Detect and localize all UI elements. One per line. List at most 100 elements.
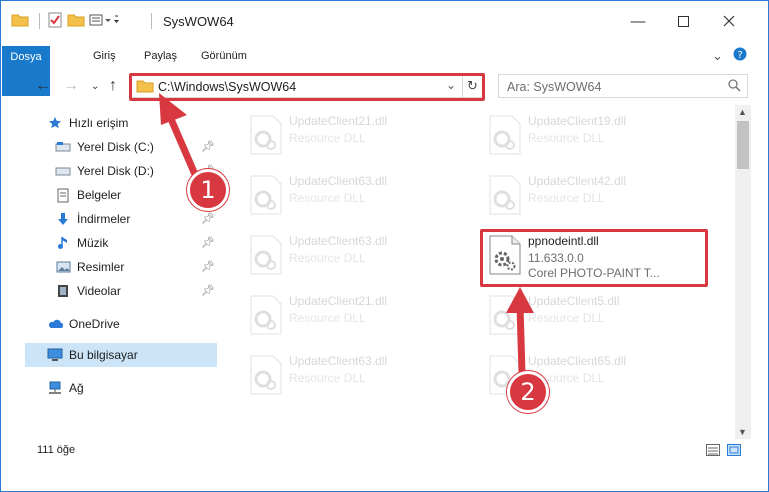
pin-icon[interactable]: 📌︎: [201, 140, 215, 153]
music-icon: [55, 235, 71, 251]
nav-label: Yerel Disk (D:): [77, 164, 154, 178]
file-name: UpdateClient21.dll: [289, 114, 388, 128]
nav-item-drive-d[interactable]: Yerel Disk (D:): [55, 160, 154, 182]
large-icons-view-icon[interactable]: [727, 444, 741, 456]
file-item[interactable]: UpdateClient63.dll Resource DLL: [243, 351, 473, 401]
vertical-scrollbar[interactable]: ▲ ▼: [735, 105, 751, 439]
nav-label: Videolar: [77, 284, 121, 298]
nav-item-videos[interactable]: Videolar: [55, 280, 121, 302]
properties-icon[interactable]: [47, 11, 63, 29]
nav-quick-access[interactable]: Hızlı erişim: [47, 112, 128, 134]
dll-file-icon: [249, 175, 283, 215]
nav-onedrive[interactable]: OneDrive: [47, 313, 120, 335]
search-placeholder: Ara: SysWOW64: [507, 80, 602, 94]
pin-icon[interactable]: 📌︎: [201, 236, 215, 249]
star-icon: [47, 115, 63, 131]
file-type: Resource DLL: [289, 191, 366, 205]
downloads-icon: [55, 211, 71, 227]
separator: [151, 13, 152, 29]
search-icon[interactable]: [728, 79, 741, 95]
tab-share[interactable]: Paylaş: [136, 45, 185, 67]
scroll-up-icon[interactable]: ▲: [738, 107, 747, 117]
item-count: 111 öğe: [37, 444, 76, 456]
scrollbar-thumb[interactable]: [737, 121, 749, 169]
explorer-window: SysWOW64 — Dosya Giriş Paylaş Görünüm ⌄ …: [0, 0, 769, 492]
address-highlight-box: [129, 73, 485, 101]
cloud-icon: [47, 316, 63, 332]
nav-label: OneDrive: [69, 317, 120, 331]
nav-item-downloads[interactable]: İndirmeler: [55, 208, 130, 230]
drive-icon: [55, 139, 71, 155]
nav-this-pc[interactable]: Bu bilgisayar: [47, 344, 138, 366]
pictures-icon: [55, 259, 71, 275]
nav-label: Hızlı erişim: [69, 116, 129, 130]
customize-toolbar-icon[interactable]: [89, 11, 119, 29]
file-name: UpdateClient5.dll: [528, 294, 620, 308]
nav-label: İndirmeler: [77, 212, 131, 226]
window-title: SysWOW64: [163, 14, 234, 29]
file-name: UpdateClient63.dll: [289, 234, 388, 248]
nav-label: Ağ: [69, 381, 84, 395]
maximize-button[interactable]: [660, 1, 706, 41]
file-type: Resource DLL: [289, 311, 366, 325]
scroll-down-icon[interactable]: ▼: [738, 427, 747, 437]
nav-network[interactable]: Ağ: [47, 377, 84, 399]
computer-icon: [47, 347, 63, 363]
nav-label: Belgeler: [77, 188, 122, 202]
nav-item-drive-c[interactable]: Yerel Disk (C:): [55, 136, 154, 158]
pin-icon[interactable]: 📌︎: [201, 260, 215, 273]
folder-icon: [11, 11, 29, 29]
documents-icon: [55, 187, 71, 203]
file-name: UpdateClient19.dll: [528, 114, 627, 128]
pin-icon[interactable]: 📌︎: [201, 284, 215, 297]
dll-file-icon: [249, 115, 283, 155]
close-button[interactable]: [706, 1, 752, 41]
file-item[interactable]: UpdateClient42.dll Resource DLL: [482, 171, 712, 221]
new-folder-icon[interactable]: [67, 11, 85, 29]
dll-file-icon: [488, 175, 522, 215]
up-arrow-icon[interactable]: ↑: [109, 77, 117, 95]
expand-ribbon-icon[interactable]: ⌄: [712, 48, 723, 64]
file-type: Resource DLL: [528, 191, 605, 205]
minimize-button[interactable]: —: [615, 1, 661, 41]
dll-file-icon: [488, 115, 522, 155]
svg-text:?: ?: [737, 50, 742, 61]
nav-label: Bu bilgisayar: [69, 348, 138, 362]
file-item[interactable]: UpdateClient63.dll Resource DLL: [243, 171, 473, 221]
nav-item-music[interactable]: Müzik: [55, 232, 108, 254]
file-name: UpdateClient63.dll: [289, 174, 388, 188]
back-arrow-icon[interactable]: ←: [35, 77, 51, 95]
ribbon: Dosya Giriş Paylaş Görünüm ⌄ ?: [1, 41, 768, 96]
file-name: UpdateClient21.dll: [289, 294, 388, 308]
help-icon[interactable]: ?: [733, 47, 747, 64]
forward-arrow-icon[interactable]: →: [63, 77, 79, 95]
nav-label: Müzik: [77, 236, 109, 250]
tab-view[interactable]: Görünüm: [193, 45, 255, 67]
file-highlight-box: [480, 229, 708, 287]
drive-icon: [55, 163, 71, 179]
details-view-icon[interactable]: [706, 444, 720, 456]
dll-file-icon: [488, 295, 522, 335]
nav-label: Yerel Disk (C:): [77, 140, 154, 154]
file-type: Resource DLL: [528, 311, 605, 325]
step-2-badge: 2: [507, 371, 549, 413]
file-item[interactable]: UpdateClient5.dll Resource DLL: [482, 291, 712, 341]
file-item[interactable]: UpdateClient21.dll Resource DLL: [243, 291, 473, 341]
nav-item-pictures[interactable]: Resimler: [55, 256, 124, 278]
file-item[interactable]: UpdateClient19.dll Resource DLL: [482, 111, 712, 161]
dll-file-icon: [249, 295, 283, 335]
pin-icon[interactable]: 📌︎: [201, 212, 215, 225]
file-type: Resource DLL: [528, 131, 605, 145]
videos-icon: [55, 283, 71, 299]
file-item[interactable]: UpdateClient21.dll Resource DLL: [243, 111, 473, 161]
tab-home[interactable]: Giriş: [85, 45, 124, 67]
search-input[interactable]: Ara: SysWOW64: [498, 74, 748, 98]
file-type: Resource DLL: [289, 371, 366, 385]
network-icon: [47, 380, 63, 396]
dll-file-icon: [249, 355, 283, 395]
title-bar: SysWOW64 —: [1, 1, 768, 41]
file-item[interactable]: UpdateClient63.dll Resource DLL: [243, 231, 473, 281]
nav-item-documents[interactable]: Belgeler: [55, 184, 121, 206]
recent-locations-icon[interactable]: ⌄: [91, 81, 99, 92]
dll-file-icon: [249, 235, 283, 275]
